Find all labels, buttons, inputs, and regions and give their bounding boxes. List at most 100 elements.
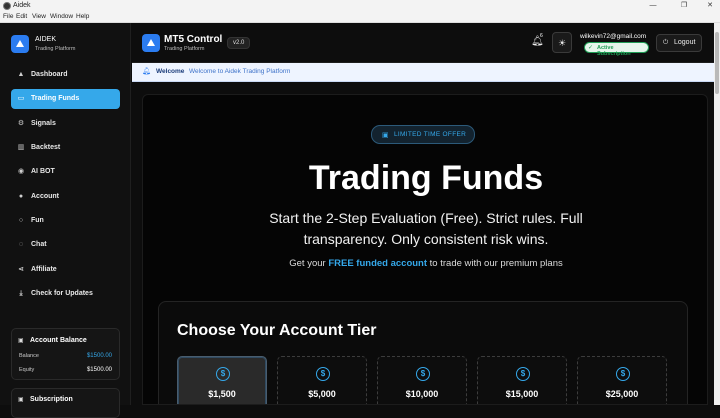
tier-amount: $1,500 [208,389,236,399]
balance-value: $1500.00 [86,353,112,359]
app-header: MT5 Control Trading Platform v2.0 🔔︎ 6 ☀… [132,23,714,63]
sidebar-item-ai-bot[interactable]: ◉ AI BOT [11,162,120,182]
lead-line-1: Start the 2-Step Evaluation (Free). Stri… [269,210,583,226]
tier-amount: $15,000 [505,389,539,399]
subscription-badge-label: Active Subscription [597,45,631,57]
share-icon: ⋖ [18,266,24,273]
offer-badge-label: LIMITED TIME OFFER [394,131,467,138]
tier-amount: $25,000 [605,389,639,399]
welcome-label: Welcome [156,68,185,75]
tier-card-5000[interactable]: $ $5,000 [277,356,367,404]
menu-bar: File Edit View Window Help [0,11,720,23]
tier-card-25000[interactable]: $ $25,000 [577,356,667,404]
limited-offer-badge: ▣ LIMITED TIME OFFER [371,125,475,144]
sidebar-item-label: AI BOT [31,168,55,175]
sidebar-item-check-updates[interactable]: ⤓ Check for Updates [11,284,120,304]
sidebar-item-label: Fun [31,217,44,224]
theme-toggle-button[interactable]: ☀ [552,32,572,53]
sidebar-item-label: Signals [31,120,56,127]
sidebar-item-account[interactable]: ● Account [11,187,120,207]
gear-icon: ⚙ [17,120,25,127]
tier-amount: $10,000 [405,389,439,399]
sidebar-item-label: Affiliate [31,266,57,273]
tier-card-1500[interactable]: $ $1,500 [177,356,267,404]
triangle-icon: ▲ [17,71,25,78]
sidebar-item-chat[interactable]: ◌ Chat [11,235,120,255]
welcome-banner: 🔔︎ Welcome Welcome to Aidek Trading Plat… [132,63,714,82]
sidebar: AIDEK Trading Platform ▲ Dashboard ▭ Tra… [0,23,131,418]
tier-card-10000[interactable]: $ $10,000 [377,356,467,404]
sidebar-item-backtest[interactable]: ▥ Backtest [11,138,120,158]
menu-file[interactable]: File [3,13,13,20]
window-titlebar: Aidek — ❐ ✕ [0,0,720,11]
brand-subtitle: Trading Platform [35,46,76,52]
version-badge: v2.0 [227,37,251,49]
wallet-icon: ▣ [18,338,24,344]
trading-funds-panel: ▣ LIMITED TIME OFFER Trading Funds Start… [142,94,708,405]
funded-highlight[interactable]: FREE funded account [328,258,427,269]
dollar-icon: $ [216,367,230,381]
pin-icon: ◉ [17,168,25,175]
gift-icon: ▣ [382,132,389,139]
dollar-icon: $ [316,367,330,381]
logout-label: Logout [674,39,696,46]
notification-count: 6 [540,33,543,39]
download-icon: ⤓ [19,290,23,297]
brand-logo-icon [11,35,29,53]
funded-suffix: to trade with our premium plans [427,258,563,269]
logout-button[interactable]: ⏻ Logout [656,34,702,52]
page-title: Trading Funds [308,159,544,197]
sidebar-item-affiliate[interactable]: ⋖ Affiliate [11,260,120,280]
lead-line-2: transparency. Only consistent risk wins. [303,231,549,247]
funded-prefix: Get your [289,258,329,269]
menu-view[interactable]: View [32,13,46,20]
dollar-icon: $ [416,367,430,381]
tier-heading: Choose Your Account Tier [177,322,377,339]
sidebar-item-fun[interactable]: ○ Fun [11,211,120,231]
tier-card-15000[interactable]: $ $15,000 [477,356,567,404]
header-title: MT5 Control [164,34,223,45]
subscription-card: ▣ Subscription [11,388,120,418]
equity-label: Equity [19,367,35,373]
sidebar-item-label: Account [31,193,59,200]
menu-help[interactable]: Help [76,13,89,20]
logout-icon: ⏻ [663,39,669,46]
balance-label: Balance [19,353,39,359]
card-icon: ▭ [17,95,25,102]
chat-icon: ◌ [18,241,24,248]
scrollbar-thumb[interactable] [715,32,719,94]
dollar-icon: $ [516,367,530,381]
subscription-card-title: Subscription [30,396,73,403]
subscription-status-badge: ✓ Active Subscription [584,42,649,57]
header-subtitle: Trading Platform [164,46,205,52]
check-circle-icon: ✓ [588,45,594,51]
restore-icon[interactable]: ❐ [677,0,691,11]
header-logo-icon [142,34,160,52]
welcome-message: Welcome to Aidek Trading Platform [189,68,291,75]
bell-outline-icon: 🔔︎ [142,68,151,75]
app-icon [3,1,11,10]
dollar-icon: $ [616,367,630,381]
window-title: Aidek [13,1,31,9]
minimize-icon[interactable]: — [646,0,660,11]
sidebar-item-signals[interactable]: ⚙ Signals [11,114,120,134]
sidebar-item-label: Chat [31,241,47,248]
subscription-icon: ▣ [18,397,24,403]
user-email: wilkevin72@gmail.com [580,33,647,40]
sidebar-item-dashboard[interactable]: ▲ Dashboard [11,65,120,85]
menu-window[interactable]: Window [50,13,73,20]
circle-icon: ○ [18,217,24,224]
sidebar-item-label: Dashboard [31,71,68,78]
bar-chart-icon: ▥ [17,144,25,151]
menu-edit[interactable]: Edit [16,13,27,20]
balance-card-title: Account Balance [30,337,87,344]
close-icon[interactable]: ✕ [703,0,717,11]
sidebar-item-label: Backtest [31,144,61,151]
funded-account-line: Get your FREE funded account to trade wi… [143,258,707,269]
sidebar-item-label: Trading Funds [31,95,80,102]
brand-name: AIDEK [35,36,57,43]
sidebar-item-trading-funds[interactable]: ▭ Trading Funds [11,89,120,109]
user-icon: ● [18,193,24,200]
sun-icon: ☀ [557,38,567,48]
tier-amount: $5,000 [308,389,336,399]
